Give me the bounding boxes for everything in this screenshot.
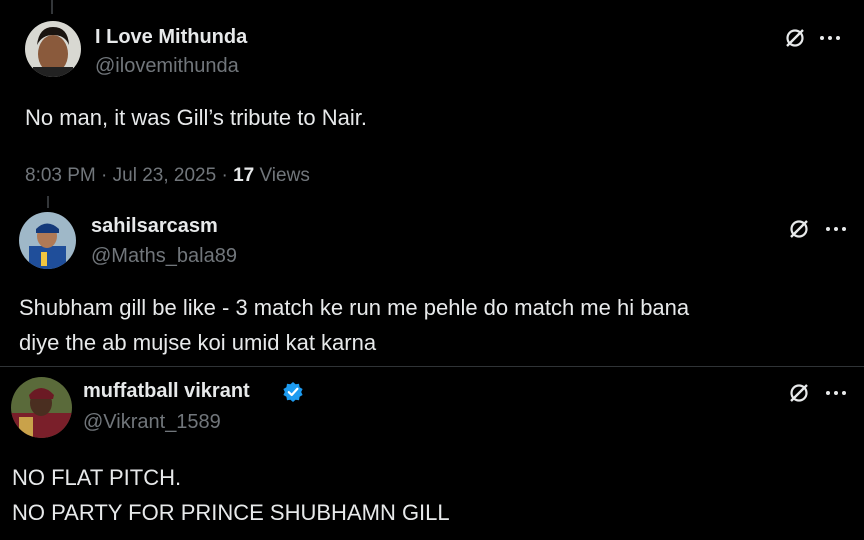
display-name[interactable]: sahilsarcasm (91, 215, 218, 238)
more-icon[interactable] (822, 379, 850, 407)
username-handle[interactable]: @Vikrant_1589 (83, 411, 221, 434)
username-handle[interactable]: @Maths_bala89 (91, 245, 237, 268)
avatar[interactable] (25, 21, 81, 77)
username-handle[interactable]: @ilovemithunda (95, 55, 239, 78)
tweet-text-line: NO FLAT PITCH. (12, 465, 182, 490)
avatar[interactable] (11, 377, 72, 438)
views-count: 17 (233, 165, 255, 186)
tweet-text-line: NO PARTY FOR PRINCE SHUBHAMN GILL (12, 500, 450, 525)
grok-icon[interactable] (785, 215, 813, 243)
grok-icon[interactable] (781, 24, 809, 52)
display-name[interactable]: muffatball vikrant (83, 380, 250, 403)
grok-icon[interactable] (785, 379, 813, 407)
avatar[interactable] (19, 212, 76, 269)
thread-connector-line (47, 196, 49, 208)
tweet-card[interactable]: muffatball vikrant @Vikrant_1589 NO FLAT… (0, 366, 864, 540)
tweet-text: Shubham gill be like - 3 match ke run me… (19, 290, 689, 360)
tweet-text-line: No man, it was Gill’s tribute to Nair. (25, 105, 367, 130)
tweet-text-line: Shubham gill be like - 3 match ke run me… (19, 295, 690, 320)
tweet-text: NO FLAT PITCH. NO PARTY FOR PRINCE SHUBH… (12, 460, 450, 530)
timestamp[interactable]: 8:03 PM · Jul 23, 2025 · (25, 165, 233, 186)
tweet-text-line: diye the ab mujse koi umid kat karna (19, 330, 377, 355)
more-icon[interactable] (822, 215, 850, 243)
tweet-card[interactable]: I Love Mithunda @ilovemithunda No man, i… (0, 0, 864, 196)
tweet-card[interactable]: sahilsarcasm @Maths_bala89 Shubham gill … (0, 196, 864, 366)
thread-connector-line (51, 0, 53, 14)
views-label: Views (254, 165, 310, 186)
verified-badge-icon (282, 381, 304, 403)
tweet-thread: I Love Mithunda @ilovemithunda No man, i… (0, 0, 864, 540)
display-name[interactable]: I Love Mithunda (95, 26, 247, 49)
tweet-meta: 8:03 PM · Jul 23, 2025 · 17 Views (25, 165, 310, 187)
tweet-text: No man, it was Gill’s tribute to Nair. (25, 100, 367, 135)
more-icon[interactable] (816, 24, 844, 52)
